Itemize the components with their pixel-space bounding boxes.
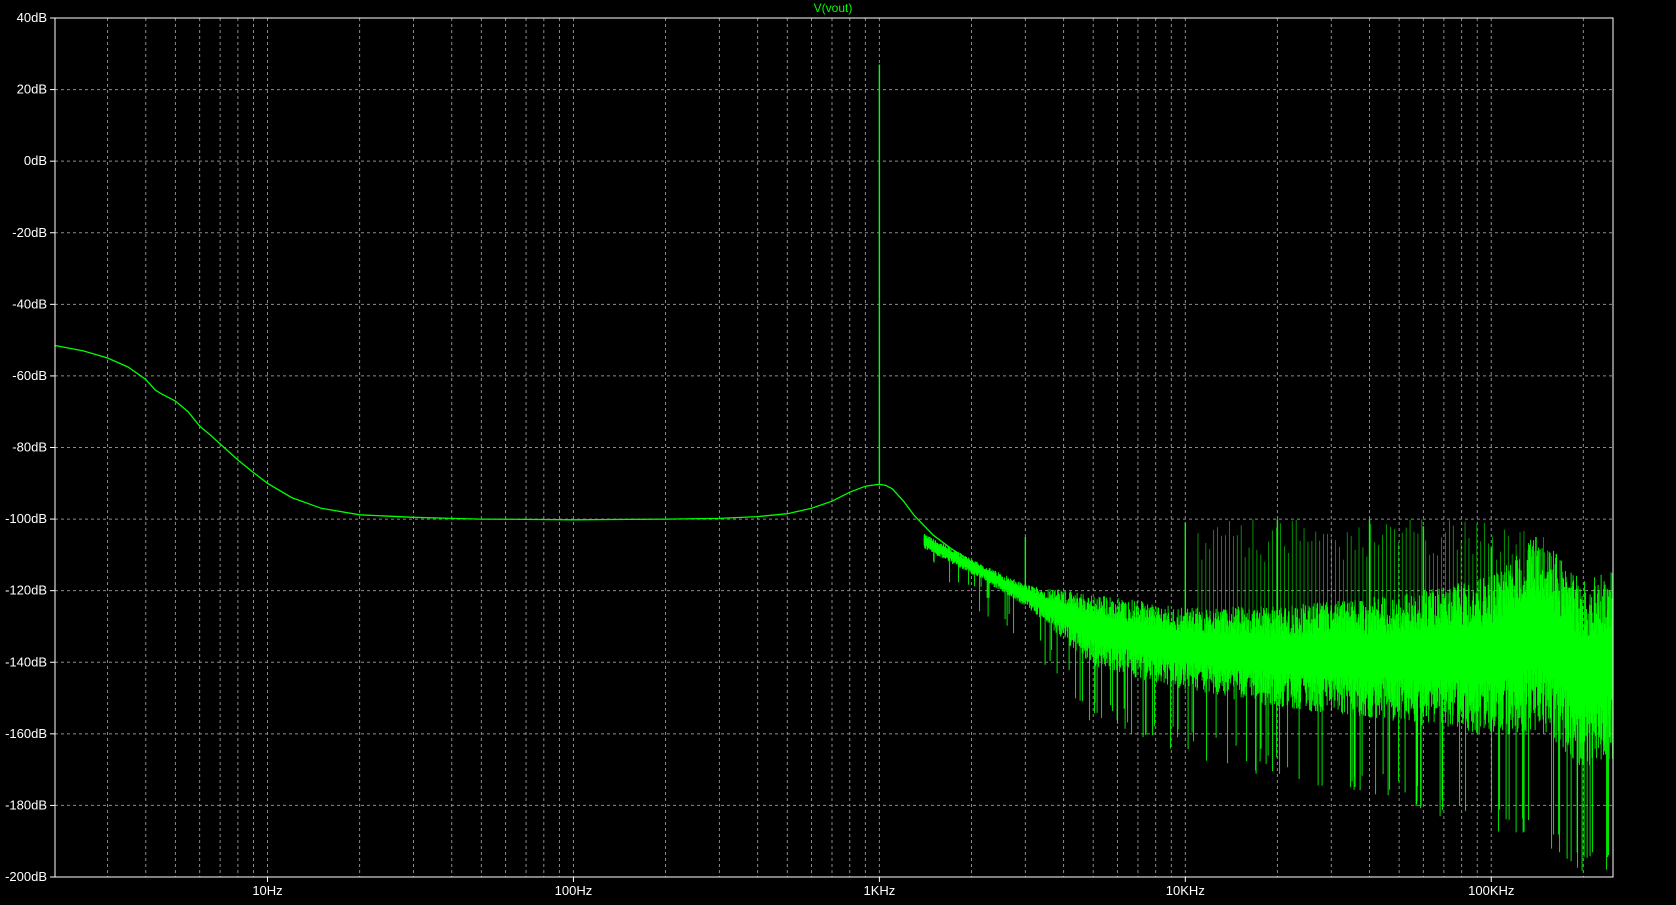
y-tick-label: -120dB — [5, 583, 47, 598]
y-tick-label: -100dB — [5, 511, 47, 526]
bode-plot[interactable]: 40dB 20dB 0dB -20dB -40dB -60dB -80dB -100dB -12… — [0, 0, 1676, 905]
x-tick-label: 10KHz — [1166, 883, 1205, 898]
x-tick-label: 100KHz — [1468, 883, 1514, 898]
trace-title[interactable]: V(vout) — [814, 1, 853, 15]
x-tick-label: 100Hz — [555, 883, 593, 898]
y-tick-label: 40dB — [17, 10, 47, 25]
y-tick-label: -40dB — [12, 296, 47, 311]
y-tick-label: 0dB — [24, 153, 47, 168]
y-tick-label: -80dB — [12, 440, 47, 455]
y-tick-label: -200dB — [5, 869, 47, 884]
y-tick-label: 20dB — [17, 82, 47, 97]
y-tick-label: -140dB — [5, 654, 47, 669]
plot-background — [0, 0, 1676, 905]
y-tick-label: -180dB — [5, 797, 47, 812]
y-tick-label: -20dB — [12, 225, 47, 240]
y-tick-label: -60dB — [12, 368, 47, 383]
y-tick-label: -160dB — [5, 726, 47, 741]
x-tick-label: 10Hz — [252, 883, 282, 898]
x-tick-label: 1KHz — [863, 883, 895, 898]
